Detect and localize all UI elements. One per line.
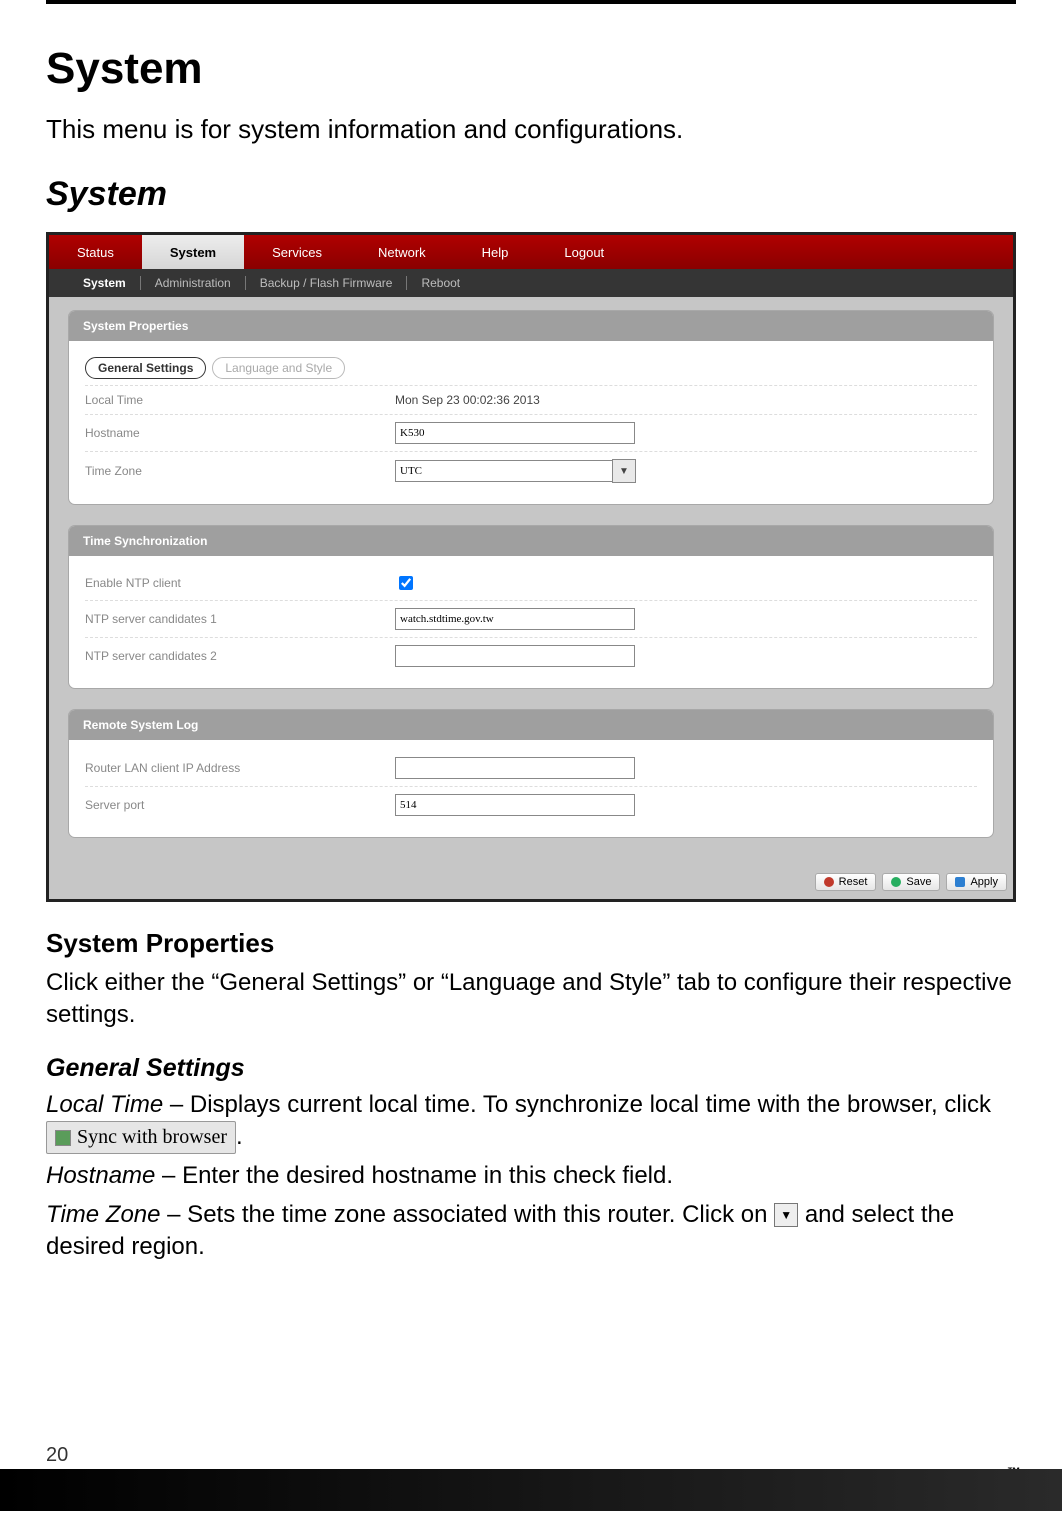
pill-general-settings[interactable]: General Settings xyxy=(85,357,206,379)
submenu-reboot[interactable]: Reboot xyxy=(407,276,474,290)
input-ntp1[interactable] xyxy=(395,608,635,630)
panel-header: Time Synchronization xyxy=(69,526,993,556)
top-menubar: Status System Services Network Help Logo… xyxy=(49,235,1013,269)
desc-hostname: Hostname – Enter the desired hostname in… xyxy=(46,1160,1016,1192)
subsection-heading: System Properties xyxy=(46,928,1016,959)
label-enable-ntp: Enable NTP client xyxy=(85,576,395,590)
sync-with-browser-button[interactable]: Sync with browser xyxy=(46,1121,236,1154)
pill-language-style[interactable]: Language and Style xyxy=(212,357,345,379)
apply-icon xyxy=(955,877,965,887)
dropdown-icon[interactable]: ▼ xyxy=(774,1203,798,1227)
submenu-backup[interactable]: Backup / Flash Firmware xyxy=(246,276,408,290)
inner-tabs: General Settings Language and Style xyxy=(85,357,977,379)
input-server-port[interactable] xyxy=(395,794,635,816)
label-ntp2: NTP server candidates 2 xyxy=(85,649,395,663)
label-lan-ip: Router LAN client IP Address xyxy=(85,761,395,775)
label-local-time: Local Time xyxy=(85,393,395,407)
reset-button[interactable]: Reset xyxy=(815,873,877,891)
input-hostname[interactable] xyxy=(395,422,635,444)
submenu-system[interactable]: System xyxy=(69,276,141,290)
panel-header: Remote System Log xyxy=(69,710,993,740)
input-lan-ip[interactable] xyxy=(395,757,635,779)
panel-remote-syslog: Remote System Log Router LAN client IP A… xyxy=(69,710,993,837)
intro-text: This menu is for system information and … xyxy=(46,112,1016,147)
dropdown-button-icon[interactable]: ▼ xyxy=(612,459,636,483)
tab-network[interactable]: Network xyxy=(350,235,454,269)
general-settings-heading: General Settings xyxy=(46,1054,1016,1083)
desc-timezone: Time Zone – Sets the time zone associate… xyxy=(46,1199,1016,1264)
submenu-administration[interactable]: Administration xyxy=(141,276,246,290)
save-button[interactable]: Save xyxy=(882,873,940,891)
label-server-port: Server port xyxy=(85,798,395,812)
tab-status[interactable]: Status xyxy=(49,235,142,269)
reset-label: Reset xyxy=(839,876,868,888)
apply-button[interactable]: Apply xyxy=(946,873,1007,891)
select-timezone-value[interactable] xyxy=(395,460,612,482)
router-ui-screenshot: Status System Services Network Help Logo… xyxy=(46,232,1016,902)
sync-icon xyxy=(55,1130,71,1146)
button-bar: Reset Save Apply xyxy=(49,867,1013,899)
tab-help[interactable]: Help xyxy=(454,235,537,269)
checkbox-enable-ntp[interactable] xyxy=(399,576,413,590)
section-heading: System xyxy=(46,175,1016,214)
tab-logout[interactable]: Logout xyxy=(536,235,632,269)
desc-click-tabs: Click either the “General Settings” or “… xyxy=(46,967,1016,1032)
submenu: System Administration Backup / Flash Fir… xyxy=(49,269,1013,297)
reset-icon xyxy=(824,877,834,887)
apply-label: Apply xyxy=(970,876,998,888)
label-ntp1: NTP server candidates 1 xyxy=(85,612,395,626)
footer-stripe xyxy=(0,1469,1062,1511)
page-top-rule xyxy=(46,0,1016,4)
tab-system[interactable]: System xyxy=(142,235,244,269)
page-title: System xyxy=(46,44,1016,94)
value-local-time: Mon Sep 23 00:02:36 2013 xyxy=(395,393,977,407)
tab-services[interactable]: Services xyxy=(244,235,350,269)
panel-system-properties: System Properties General Settings Langu… xyxy=(69,311,993,504)
save-icon xyxy=(891,877,901,887)
sync-label: Sync with browser xyxy=(77,1124,227,1151)
save-label: Save xyxy=(906,876,931,888)
label-timezone: Time Zone xyxy=(85,464,395,478)
desc-local-time: Local Time – Displays current local time… xyxy=(46,1089,1016,1155)
panel-header: System Properties xyxy=(69,311,993,341)
input-ntp2[interactable] xyxy=(395,645,635,667)
panel-time-sync: Time Synchronization Enable NTP client N… xyxy=(69,526,993,688)
label-hostname: Hostname xyxy=(85,426,395,440)
